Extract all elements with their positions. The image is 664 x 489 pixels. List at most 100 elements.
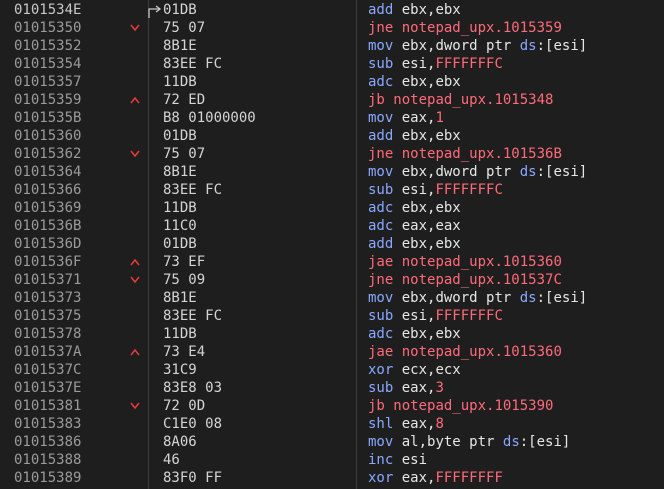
mnemonic: mov <box>368 290 394 306</box>
instruction-row[interactable]: 01015366 83EE FC sub esi,FFFFFFFC <box>0 181 664 199</box>
instruction-row[interactable]: 0101536F 73 EF jae notepad_upx.1015360 <box>0 253 664 271</box>
jump-up-icon <box>128 343 142 361</box>
instruction-row[interactable]: 0101537C 31C9 xor ecx,ecx <box>0 361 664 379</box>
instruction-row[interactable]: 01015357 11DB adc ebx,ebx <box>0 73 664 91</box>
operand[interactable]: notepad_upx.1015360 <box>402 254 562 270</box>
instruction-row[interactable]: 01015360 01DB add ebx,ebx <box>0 127 664 145</box>
address: 01015362 <box>14 146 82 162</box>
opcode-bytes: 01DB <box>163 2 197 18</box>
address: 01015371 <box>14 272 82 288</box>
operand[interactable]: notepad_upx.1015348 <box>393 92 553 108</box>
instruction-row[interactable]: 0101537A 73 E4 jae notepad_upx.1015360 <box>0 343 664 361</box>
mnemonic: jb <box>368 398 385 414</box>
operand[interactable]: notepad_upx.1015390 <box>393 398 553 414</box>
operand: 8 <box>435 416 444 432</box>
operand: FFFFFFFF <box>435 470 503 486</box>
instruction: adc ebx,ebx <box>368 325 461 343</box>
operand[interactable]: notepad_upx.101537C <box>402 272 562 288</box>
mnemonic: jb <box>368 92 385 108</box>
address: 0101537C <box>14 362 82 378</box>
address: 0101536F <box>14 254 82 270</box>
operand: :[esi] <box>536 290 588 306</box>
address: 0101536B <box>14 218 82 234</box>
opcode-bytes: 46 <box>163 452 180 468</box>
instruction-row[interactable]: 01015354 83EE FC sub esi,FFFFFFFC <box>0 55 664 73</box>
operand: FFFFFFFC <box>435 56 503 72</box>
instruction: sub esi,FFFFFFFC <box>368 181 503 199</box>
instruction-row[interactable]: 01015350 75 07 jne notepad_upx.1015359 <box>0 19 664 37</box>
mnemonic: mov <box>368 38 394 54</box>
instruction-row[interactable]: 01015381 72 0D jb notepad_upx.1015390 <box>0 397 664 415</box>
operand[interactable]: notepad_upx.1015360 <box>402 344 562 360</box>
mnemonic: xor <box>368 470 394 486</box>
operand: ebx,ebx <box>401 2 461 18</box>
mnemonic: jne <box>368 146 394 162</box>
operand[interactable]: notepad_upx.1015359 <box>402 20 562 36</box>
instruction-row[interactable]: 0101535B B8 01000000 mov eax,1 <box>0 109 664 127</box>
opcode-bytes: 01DB <box>163 236 197 252</box>
instruction-row[interactable]: 01015375 83EE FC sub esi,FFFFFFFC <box>0 307 664 325</box>
mnemonic: shl <box>368 416 394 432</box>
instruction-row[interactable]: 01015362 75 07 jne notepad_upx.101536B <box>0 145 664 163</box>
address: 0101537E <box>14 380 82 396</box>
instruction-row[interactable]: 01015378 11DB adc ebx,ebx <box>0 325 664 343</box>
operand[interactable]: notepad_upx.101536B <box>402 146 562 162</box>
address: 0101534E <box>14 2 82 18</box>
opcode-bytes: B8 01000000 <box>163 110 256 126</box>
operand: ds <box>519 164 537 180</box>
jump-up-icon <box>128 253 142 271</box>
instruction: add ebx,ebx <box>368 127 461 145</box>
address: 0101537A <box>14 344 82 360</box>
operand: ebx,ebx <box>401 326 461 342</box>
disassembly-view[interactable]: 0101534E 01DB add ebx,ebx 01015350 75 07 jne … <box>0 0 664 489</box>
operand: ecx,ecx <box>401 362 461 378</box>
instruction-row[interactable]: 01015383 C1E0 08 shl eax,8 <box>0 415 664 433</box>
address: 01015375 <box>14 308 82 324</box>
instruction: inc esi <box>368 451 427 469</box>
instruction: jae notepad_upx.1015360 <box>368 343 562 361</box>
mnemonic: jne <box>368 20 394 36</box>
instruction: adc eax,eax <box>368 217 461 235</box>
instruction-row[interactable]: 01015388 46 inc esi <box>0 451 664 469</box>
instruction: adc ebx,ebx <box>368 73 461 91</box>
instruction-row[interactable]: 0101536D 01DB add ebx,ebx <box>0 235 664 253</box>
instruction-row[interactable]: 01015352 8B1E mov ebx,dword ptr ds:[esi] <box>0 37 664 55</box>
mnemonic: mov <box>368 110 394 126</box>
instruction: adc ebx,ebx <box>368 199 461 217</box>
instruction-row[interactable]: 01015386 8A06 mov al,byte ptr ds:[esi] <box>0 433 664 451</box>
instruction-row[interactable]: 01015389 83F0 FF xor eax,FFFFFFFF <box>0 469 664 487</box>
opcode-bytes: 11C0 <box>163 218 197 234</box>
address: 01015364 <box>14 164 82 180</box>
operand: ds <box>502 434 520 450</box>
operand: al,byte ptr <box>401 434 503 450</box>
instruction-row[interactable]: 0101537E 83E8 03 sub eax,3 <box>0 379 664 397</box>
opcode-bytes: 75 07 <box>163 20 206 36</box>
operand: ebx,ebx <box>401 128 461 144</box>
instruction-row[interactable]: 01015373 8B1E mov ebx,dword ptr ds:[esi] <box>0 289 664 307</box>
instruction: add ebx,ebx <box>368 1 461 19</box>
operand: :[esi] <box>519 434 571 450</box>
address: 01015360 <box>14 128 82 144</box>
address: 01015373 <box>14 290 82 306</box>
instruction-row[interactable]: 01015364 8B1E mov ebx,dword ptr ds:[esi] <box>0 163 664 181</box>
instruction-row[interactable]: 01015369 11DB adc ebx,ebx <box>0 199 664 217</box>
instruction-row[interactable]: 01015359 72 ED jb notepad_upx.1015348 <box>0 91 664 109</box>
operand: ebx,ebx <box>401 200 461 216</box>
instruction: jne notepad_upx.101536B <box>368 145 562 163</box>
instruction: xor ecx,ecx <box>368 361 461 379</box>
instruction-row[interactable]: 0101534E 01DB add ebx,ebx <box>0 1 664 19</box>
mnemonic: sub <box>368 380 394 396</box>
instruction: sub eax,3 <box>368 379 444 397</box>
instruction-row[interactable]: 0101536B 11C0 adc eax,eax <box>0 217 664 235</box>
address: 01015369 <box>14 200 82 216</box>
instruction: jne notepad_upx.101537C <box>368 271 562 289</box>
jump-down-icon <box>128 145 142 163</box>
instruction-row[interactable]: 01015371 75 09 jne notepad_upx.101537C <box>0 271 664 289</box>
opcode-bytes: 72 ED <box>163 92 206 108</box>
instruction: jne notepad_upx.1015359 <box>368 19 562 37</box>
mnemonic: add <box>368 128 394 144</box>
operand: eax,eax <box>401 218 461 234</box>
address: 01015354 <box>14 56 82 72</box>
operand: ebx,dword ptr <box>401 164 520 180</box>
address: 01015357 <box>14 74 82 90</box>
